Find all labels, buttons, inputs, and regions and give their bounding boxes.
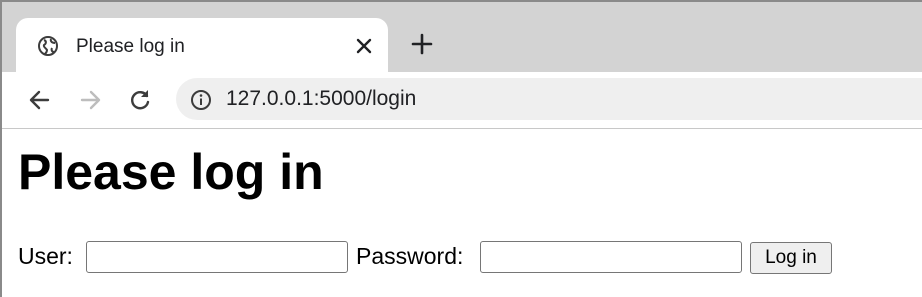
page-title: Please log in: [18, 144, 324, 200]
tab-title: Please log in: [76, 36, 185, 57]
info-icon[interactable]: [190, 89, 212, 111]
user-label: User:: [18, 243, 73, 269]
plus-icon[interactable]: [410, 32, 434, 56]
arrow-left-icon[interactable]: [26, 86, 54, 114]
password-label: Password:: [356, 243, 464, 269]
browser-window: Please log in 127.0.0.1:5000/login Pleas…: [0, 0, 922, 297]
browser-toolbar: 127.0.0.1:5000/login: [2, 72, 922, 129]
tab-strip: Please log in: [2, 2, 922, 72]
user-input[interactable]: [86, 241, 348, 273]
address-bar[interactable]: 127.0.0.1:5000/login: [176, 78, 922, 120]
globe-icon: [38, 36, 58, 56]
tab-active[interactable]: Please log in: [16, 18, 388, 72]
reload-icon[interactable]: [126, 86, 154, 114]
arrow-right-icon[interactable]: [76, 86, 104, 114]
close-icon[interactable]: [352, 34, 376, 58]
login-button[interactable]: Log in: [750, 242, 832, 274]
page-content: Please log in User: Password: Log in: [2, 129, 922, 297]
url-text[interactable]: 127.0.0.1:5000/login: [226, 87, 416, 111]
password-input[interactable]: [480, 241, 742, 273]
